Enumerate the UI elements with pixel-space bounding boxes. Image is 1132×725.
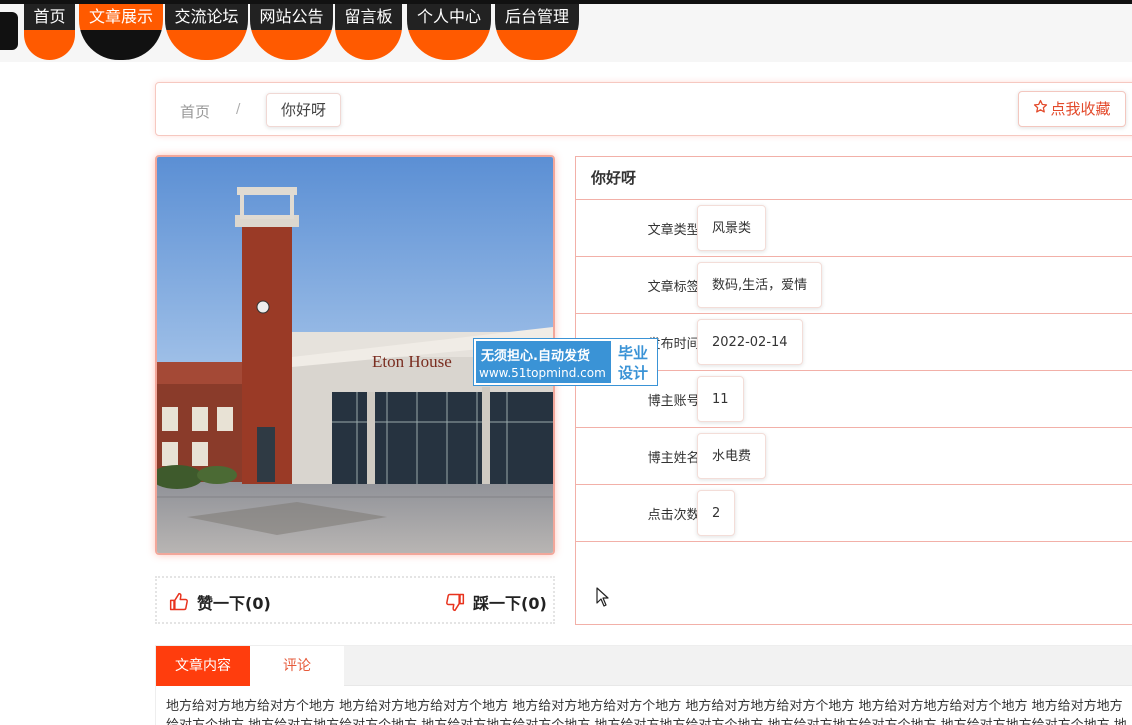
breadcrumb-home-link[interactable]: 首页 (180, 101, 210, 122)
info-row-author: 博主姓名: 水电费 (576, 428, 1132, 485)
info-value: 水电费 (697, 433, 767, 479)
nav-item-label: 首页 (24, 4, 75, 30)
nav-item-label: 文章展示 (79, 4, 163, 30)
info-value: 11 (697, 376, 744, 422)
like-button[interactable]: 赞一下(0) (169, 590, 271, 616)
info-row-date: 发布时间: 2022-02-14 (576, 314, 1132, 371)
info-row-type: 文章类型: 风景类 (576, 200, 1132, 257)
breadcrumb: 首页 / 你好呀 点我收藏 (155, 82, 1132, 136)
watermark-url: www.51topmind.com (479, 366, 606, 380)
tab-content[interactable]: 文章内容 (156, 646, 250, 686)
watermark-badge: 无须担心.自动发货 www.51topmind.com 毕业 设计 (474, 339, 657, 385)
info-label: 文章类型: (647, 223, 704, 238)
reaction-bar: 赞一下(0) 踩一下(0) (155, 576, 555, 624)
info-label: 点击次数: (647, 508, 704, 523)
article-title: 你好呀 (576, 157, 1132, 200)
nav-item-label: 网站公告 (250, 4, 333, 30)
info-value: 数码,生活，爱情 (697, 262, 823, 308)
favorite-label: 点我收藏 (1050, 100, 1111, 118)
tab-comments[interactable]: 评论 (250, 646, 344, 686)
nav-item-label: 后台管理 (495, 4, 579, 30)
info-label: 文章标签: (647, 280, 704, 295)
article-info-panel: 你好呀 文章类型: 风景类 文章标签: 数码,生活，爱情 发布时间: 2022-… (575, 156, 1132, 625)
breadcrumb-separator: / (236, 102, 241, 117)
watermark-side-text: 毕业 (617, 344, 648, 362)
nav-item-home[interactable]: 首页 (24, 4, 75, 60)
info-value: 2022-02-14 (697, 319, 803, 365)
info-label: 博主姓名: (647, 451, 704, 466)
dislike-button[interactable]: 踩一下(0) (445, 590, 547, 616)
building-sign: Eton House (372, 352, 452, 371)
article-body: 地方给对方地方给对方个地方 地方给对方地方给对方个地方 地方给对方地方给对方个地… (166, 699, 1127, 725)
info-label: 博主账号: (647, 394, 704, 409)
mouse-pointer-icon (596, 587, 610, 611)
info-row-account: 博主账号: 11 (576, 371, 1132, 428)
thumbs-down-icon (445, 592, 465, 616)
dislike-label: 踩一下(0) (473, 594, 547, 613)
breadcrumb-current: 你好呀 (266, 93, 342, 127)
like-label: 赞一下(0) (197, 594, 271, 613)
info-value: 2 (697, 490, 736, 536)
info-value: 风景类 (697, 205, 767, 251)
info-row-clicks: 点击次数: 2 (576, 485, 1132, 542)
watermark-text: 无须担心.自动发货 (481, 349, 590, 364)
star-icon (1033, 92, 1048, 126)
watermark-side-text: 设计 (617, 364, 648, 382)
nav-item-label: 个人中心 (407, 4, 491, 30)
article-tabs: 文章内容 评论 地方给对方地方给对方个地方 地方给对方地方给对方个地方 地方给对… (155, 645, 1132, 725)
info-row-tags: 文章标签: 数码,生活，爱情 (576, 257, 1132, 314)
nav-item-label: 留言板 (335, 4, 402, 30)
nav-left-stub (0, 12, 18, 50)
favorite-button[interactable]: 点我收藏 (1018, 91, 1126, 127)
thumbs-up-icon (169, 592, 189, 616)
nav-item-label: 交流论坛 (165, 4, 248, 30)
